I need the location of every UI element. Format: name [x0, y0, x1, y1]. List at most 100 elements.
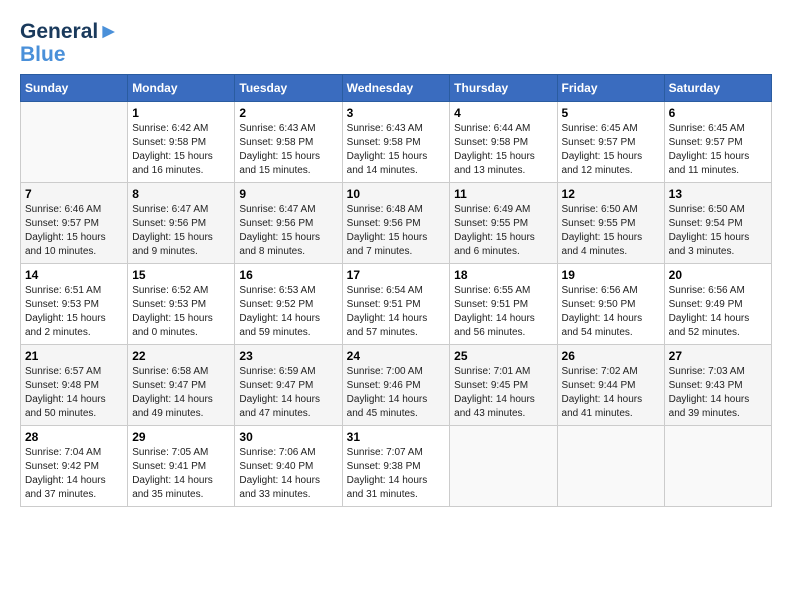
day-number: 5 [562, 106, 660, 120]
calendar-cell [557, 426, 664, 507]
day-info: Sunrise: 6:50 AM Sunset: 9:55 PM Dayligh… [562, 203, 660, 259]
day-info: Sunrise: 7:04 AM Sunset: 9:42 PM Dayligh… [25, 446, 123, 502]
calendar-cell: 16Sunrise: 6:53 AM Sunset: 9:52 PM Dayli… [235, 264, 342, 345]
day-number: 16 [239, 268, 337, 282]
day-number: 6 [669, 106, 767, 120]
day-number: 7 [25, 187, 123, 201]
day-info: Sunrise: 7:07 AM Sunset: 9:38 PM Dayligh… [347, 446, 446, 502]
calendar-cell: 27 Sunrise: 7:03 AM Sunset: 9:43 PM Dayli… [664, 345, 771, 426]
calendar-cell: 3Sunrise: 6:43 AM Sunset: 9:58 PM Daylig… [342, 102, 450, 183]
day-number: 4 [454, 106, 552, 120]
day-number: 23 [239, 349, 337, 363]
logo-line1: General► [20, 20, 119, 43]
day-number: 15 [132, 268, 230, 282]
calendar-cell: 12 Sunrise: 6:50 AM Sunset: 9:55 PM Dayli… [557, 183, 664, 264]
calendar-cell: 19 Sunrise: 6:56 AM Sunset: 9:50 PM Dayli… [557, 264, 664, 345]
calendar-cell: 8 Sunrise: 6:47 AM Sunset: 9:56 PM Daylig… [128, 183, 235, 264]
calendar-cell [450, 426, 557, 507]
day-number: 19 [562, 268, 660, 282]
calendar-cell: 11 Sunrise: 6:49 AM Sunset: 9:55 PM Dayli… [450, 183, 557, 264]
day-info: Sunrise: 6:43 AM Sunset: 9:58 PM Dayligh… [239, 122, 337, 178]
calendar-cell: 18 Sunrise: 6:55 AM Sunset: 9:51 PM Dayli… [450, 264, 557, 345]
page-header: General► Blue [20, 20, 772, 66]
day-number: 26 [562, 349, 660, 363]
calendar-cell: 14 Sunrise: 6:51 AM Sunset: 9:53 PM Dayli… [21, 264, 128, 345]
calendar-cell: 6Sunrise: 6:45 AM Sunset: 9:57 PM Daylig… [664, 102, 771, 183]
day-number: 28 [25, 430, 123, 444]
day-info: Sunrise: 6:51 AM Sunset: 9:53 PM Dayligh… [25, 284, 123, 340]
calendar-cell [664, 426, 771, 507]
day-info: Sunrise: 6:57 AM Sunset: 9:48 PM Dayligh… [25, 365, 123, 421]
calendar-cell: 4 Sunrise: 6:44 AM Sunset: 9:58 PM Daylig… [450, 102, 557, 183]
day-info: Sunrise: 6:46 AM Sunset: 9:57 PM Dayligh… [25, 203, 123, 259]
calendar-cell: 15 Sunrise: 6:52 AM Sunset: 9:53 PM Dayli… [128, 264, 235, 345]
calendar-cell: 23 Sunrise: 6:59 AM Sunset: 9:47 PM Dayli… [235, 345, 342, 426]
weekday-header-monday: Monday [128, 75, 235, 102]
day-number: 2 [239, 106, 337, 120]
day-number: 30 [239, 430, 337, 444]
calendar-cell: 10 Sunrise: 6:48 AM Sunset: 9:56 PM Dayli… [342, 183, 450, 264]
calendar-cell: 13 Sunrise: 6:50 AM Sunset: 9:54 PM Dayli… [664, 183, 771, 264]
calendar-cell: 1 Sunrise: 6:42 AM Sunset: 9:58 PM Daylig… [128, 102, 235, 183]
day-info: Sunrise: 7:05 AM Sunset: 9:41 PM Dayligh… [132, 446, 230, 502]
day-number: 12 [562, 187, 660, 201]
day-number: 14 [25, 268, 123, 282]
calendar-cell: 17Sunrise: 6:54 AM Sunset: 9:51 PM Dayli… [342, 264, 450, 345]
day-number: 8 [132, 187, 230, 201]
day-number: 10 [347, 187, 446, 201]
day-number: 13 [669, 187, 767, 201]
day-info: Sunrise: 6:44 AM Sunset: 9:58 PM Dayligh… [454, 122, 552, 178]
calendar-cell: 29 Sunrise: 7:05 AM Sunset: 9:41 PM Dayli… [128, 426, 235, 507]
calendar-cell: 28 Sunrise: 7:04 AM Sunset: 9:42 PM Dayli… [21, 426, 128, 507]
day-info: Sunrise: 6:42 AM Sunset: 9:58 PM Dayligh… [132, 122, 230, 178]
day-info: Sunrise: 6:59 AM Sunset: 9:47 PM Dayligh… [239, 365, 337, 421]
weekday-header-friday: Friday [557, 75, 664, 102]
day-number: 11 [454, 187, 552, 201]
logo: General► Blue [20, 20, 119, 66]
calendar-cell: 24 Sunrise: 7:00 AM Sunset: 9:46 PM Dayli… [342, 345, 450, 426]
calendar-cell: 31 Sunrise: 7:07 AM Sunset: 9:38 PM Dayli… [342, 426, 450, 507]
day-info: Sunrise: 7:02 AM Sunset: 9:44 PM Dayligh… [562, 365, 660, 421]
day-number: 29 [132, 430, 230, 444]
day-number: 9 [239, 187, 337, 201]
day-number: 24 [347, 349, 446, 363]
weekday-header-wednesday: Wednesday [342, 75, 450, 102]
day-number: 1 [132, 106, 230, 120]
calendar-cell: 9 Sunrise: 6:47 AM Sunset: 9:56 PM Daylig… [235, 183, 342, 264]
calendar-cell [21, 102, 128, 183]
day-number: 25 [454, 349, 552, 363]
day-number: 20 [669, 268, 767, 282]
day-number: 31 [347, 430, 446, 444]
day-info: Sunrise: 6:55 AM Sunset: 9:51 PM Dayligh… [454, 284, 552, 340]
day-number: 17 [347, 268, 446, 282]
day-info: Sunrise: 7:06 AM Sunset: 9:40 PM Dayligh… [239, 446, 337, 502]
calendar-cell: 21 Sunrise: 6:57 AM Sunset: 9:48 PM Dayli… [21, 345, 128, 426]
weekday-header-tuesday: Tuesday [235, 75, 342, 102]
calendar-cell: 25 Sunrise: 7:01 AM Sunset: 9:45 PM Dayli… [450, 345, 557, 426]
day-number: 21 [25, 349, 123, 363]
day-info: Sunrise: 6:48 AM Sunset: 9:56 PM Dayligh… [347, 203, 446, 259]
day-number: 22 [132, 349, 230, 363]
day-number: 27 [669, 349, 767, 363]
calendar-cell: 20Sunrise: 6:56 AM Sunset: 9:49 PM Dayli… [664, 264, 771, 345]
weekday-header-saturday: Saturday [664, 75, 771, 102]
weekday-header-sunday: Sunday [21, 75, 128, 102]
day-info: Sunrise: 6:49 AM Sunset: 9:55 PM Dayligh… [454, 203, 552, 259]
day-info: Sunrise: 6:50 AM Sunset: 9:54 PM Dayligh… [669, 203, 767, 259]
day-info: Sunrise: 6:47 AM Sunset: 9:56 PM Dayligh… [239, 203, 337, 259]
calendar-cell: 26 Sunrise: 7:02 AM Sunset: 9:44 PM Dayli… [557, 345, 664, 426]
calendar-cell: 7 Sunrise: 6:46 AM Sunset: 9:57 PM Daylig… [21, 183, 128, 264]
day-info: Sunrise: 7:01 AM Sunset: 9:45 PM Dayligh… [454, 365, 552, 421]
calendar-cell: 30 Sunrise: 7:06 AM Sunset: 9:40 PM Dayli… [235, 426, 342, 507]
day-number: 18 [454, 268, 552, 282]
day-info: Sunrise: 6:45 AM Sunset: 9:57 PM Dayligh… [562, 122, 660, 178]
logo-line2: Blue [20, 43, 119, 66]
day-info: Sunrise: 6:52 AM Sunset: 9:53 PM Dayligh… [132, 284, 230, 340]
day-info: Sunrise: 6:47 AM Sunset: 9:56 PM Dayligh… [132, 203, 230, 259]
day-info: Sunrise: 6:56 AM Sunset: 9:50 PM Dayligh… [562, 284, 660, 340]
day-number: 3 [347, 106, 446, 120]
calendar-cell: 5 Sunrise: 6:45 AM Sunset: 9:57 PM Daylig… [557, 102, 664, 183]
day-info: Sunrise: 7:03 AM Sunset: 9:43 PM Dayligh… [669, 365, 767, 421]
weekday-header-thursday: Thursday [450, 75, 557, 102]
day-info: Sunrise: 7:00 AM Sunset: 9:46 PM Dayligh… [347, 365, 446, 421]
